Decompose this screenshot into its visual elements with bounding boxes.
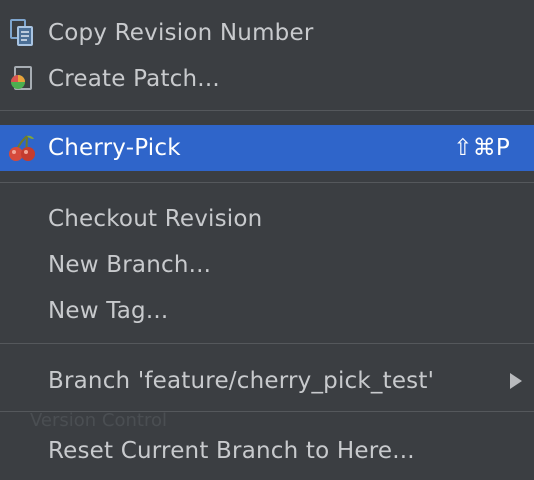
menu-item-copy-revision-number[interactable]: Copy Revision Number [0,14,534,52]
patch-icon [7,64,37,94]
menu-item-label: Copy Revision Number [48,20,314,46]
menu-separator [0,110,534,111]
menu-item-reset-current-branch[interactable]: Reset Current Branch to Here... [0,431,534,471]
menu-item-checkout-revision[interactable]: Checkout Revision [0,200,534,238]
menu-separator [0,182,534,183]
copy-icon [7,18,37,48]
menu-item-create-patch[interactable]: Create Patch... [0,60,534,98]
context-menu: Version Control Copy Revision Number Cre… [0,0,534,480]
menu-item-branch-submenu[interactable]: Branch 'feature/cherry_pick_test' [0,361,534,401]
menu-separator [0,411,534,412]
menu-item-cherry-pick[interactable]: Cherry-Pick ⇧⌘P [0,125,534,171]
cherry-icon [7,133,37,163]
menu-separator [0,343,534,344]
menu-item-new-branch[interactable]: New Branch... [0,246,534,284]
chevron-right-icon [510,373,522,389]
keyboard-shortcut: ⇧⌘P [453,135,510,161]
menu-item-label: Branch 'feature/cherry_pick_test' [48,368,435,394]
menu-item-label: Reset Current Branch to Here... [48,438,415,464]
menu-item-new-tag[interactable]: New Tag... [0,292,534,330]
menu-item-label: Checkout Revision [48,206,263,232]
menu-item-label: New Tag... [48,298,169,324]
background-panel-label: Version Control [30,410,167,431]
menu-item-label: New Branch... [48,252,212,278]
menu-item-label: Cherry-Pick [48,135,181,161]
menu-item-label: Create Patch... [48,66,220,92]
